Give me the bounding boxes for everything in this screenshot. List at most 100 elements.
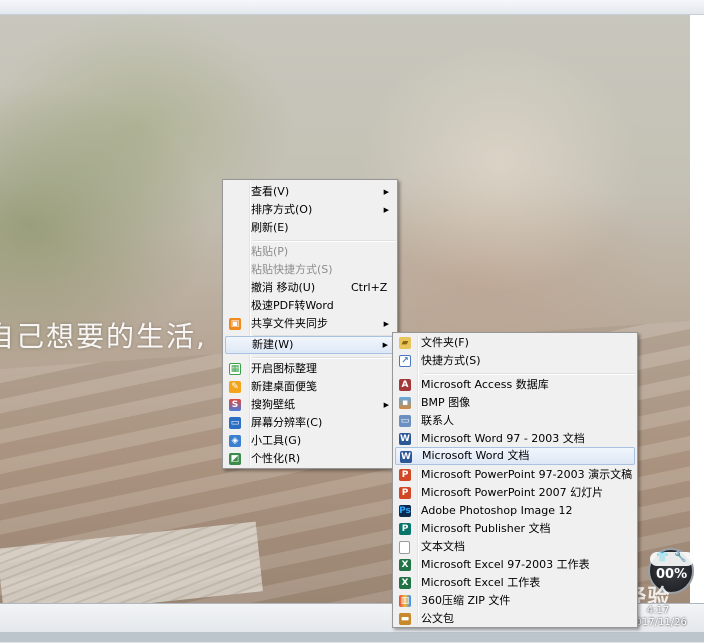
new-word-document[interactable]: W Microsoft Word 文档 (395, 447, 635, 465)
shortcut-icon: ↗ (399, 355, 411, 367)
menu-item-label: 粘贴快捷方式(S) (251, 263, 333, 276)
menu-item-label: Microsoft Excel 97-2003 工作表 (421, 558, 590, 571)
new-360-zip[interactable]: ▥ 360压缩 ZIP 文件 (395, 592, 635, 610)
new-folder[interactable]: ▰ 文件夹(F) (395, 334, 635, 352)
new-shortcut[interactable]: ↗ 快捷方式(S) (395, 352, 635, 370)
menu-item-screen-resolution[interactable]: ▭ 屏幕分辨率(C) (225, 414, 395, 432)
menu-item-paste-shortcut[interactable]: 粘贴快捷方式(S) (225, 261, 395, 279)
publisher-icon: P (399, 523, 411, 535)
new-powerpoint-2007[interactable]: P Microsoft PowerPoint 2007 幻灯片 (395, 484, 635, 502)
zip-icon: ▥ (399, 595, 411, 607)
menu-item-gadgets[interactable]: ◈ 小工具(G) (225, 432, 395, 450)
photoshop-icon: Ps (399, 505, 411, 517)
menu-item-label: Microsoft Publisher 文档 (421, 522, 551, 535)
desktop-context-menu: 查看(V) ▶ 排序方式(O) ▶ 刷新(E) 粘贴(P) 粘贴快捷方式(S) … (222, 179, 398, 469)
menu-item-label: Microsoft PowerPoint 2007 幻灯片 (421, 486, 604, 499)
menu-item-label: 文件夹(F) (421, 336, 469, 349)
menu-item-label: 屏幕分辨率(C) (251, 416, 323, 429)
contact-icon: ▭ (399, 415, 411, 427)
menu-item-desktop-note[interactable]: ✎ 新建桌面便笺 (225, 378, 395, 396)
menu-item-sogou-wallpaper[interactable]: S 搜狗壁纸 ▶ (225, 396, 395, 414)
menu-item-paste[interactable]: 粘贴(P) (225, 243, 395, 261)
submenu-arrow-icon: ▶ (383, 206, 389, 214)
menu-item-label: BMP 图像 (421, 396, 471, 409)
new-text-document[interactable]: 文本文档 (395, 538, 635, 556)
menu-item-personalize[interactable]: ◩ 个性化(R) (225, 450, 395, 468)
menu-item-label: Microsoft Excel 工作表 (421, 576, 541, 589)
menu-item-label: 小工具(G) (251, 434, 302, 447)
menu-item-label: 新建(W) (252, 338, 294, 351)
new-access-database[interactable]: A Microsoft Access 数据库 (395, 376, 635, 394)
bmp-icon: ▪ (399, 397, 411, 409)
menu-separator (423, 373, 635, 375)
sogou-icon: S (229, 399, 241, 411)
new-bmp-image[interactable]: ▪ BMP 图像 (395, 394, 635, 412)
word-icon: W (400, 451, 412, 463)
menu-item-share-sync[interactable]: ▣ 共享文件夹同步 ▶ (225, 315, 395, 333)
top-window-edge (0, 0, 704, 15)
menu-item-sort[interactable]: 排序方式(O) ▶ (225, 201, 395, 219)
menu-item-undo-move[interactable]: 撤消 移动(U) Ctrl+Z (225, 279, 395, 297)
excel-icon: X (399, 577, 411, 589)
menu-item-icon-organize[interactable]: ▦ 开启图标整理 (225, 360, 395, 378)
menu-item-label: 共享文件夹同步 (251, 317, 328, 330)
menu-item-label: 个性化(R) (251, 452, 301, 465)
note-icon: ✎ (229, 381, 241, 393)
menu-item-label: Microsoft Word 文档 (422, 449, 530, 462)
powerpoint-icon: P (399, 487, 411, 499)
menu-item-label: 联系人 (421, 414, 454, 427)
new-submenu: ▰ 文件夹(F) ↗ 快捷方式(S) A Microsoft Access 数据… (392, 332, 638, 628)
menu-item-view[interactable]: 查看(V) ▶ (225, 183, 395, 201)
new-excel-97-2003[interactable]: X Microsoft Excel 97-2003 工作表 (395, 556, 635, 574)
menu-item-label: 极速PDF转Word (251, 299, 334, 312)
personalize-icon: ◩ (229, 453, 241, 465)
folder-icon: ▰ (399, 337, 411, 349)
menu-item-label: 新建桌面便笺 (251, 380, 317, 393)
wallpaper-slogan: 自己想要的生活, (0, 320, 207, 353)
shirt-icon[interactable]: 👕 (656, 552, 668, 563)
new-powerpoint-97-2003[interactable]: P Microsoft PowerPoint 97-2003 演示文稿 (395, 466, 635, 484)
menu-item-label: Microsoft Word 97 - 2003 文档 (421, 432, 585, 445)
menu-item-refresh[interactable]: 刷新(E) (225, 219, 395, 237)
submenu-arrow-icon: ▶ (383, 401, 389, 409)
new-excel-worksheet[interactable]: X Microsoft Excel 工作表 (395, 574, 635, 592)
submenu-arrow-icon: ▶ (383, 320, 389, 328)
new-briefcase[interactable]: ▬ 公文包 (395, 610, 635, 628)
menu-item-label: 撤消 移动(U) (251, 281, 316, 294)
new-word-97-2003[interactable]: W Microsoft Word 97 - 2003 文档 (395, 430, 635, 448)
powerpoint-icon: P (399, 469, 411, 481)
submenu-arrow-icon: ▶ (382, 341, 388, 349)
gadget-toolbar: 👕 🔧 (650, 552, 694, 566)
wrench-icon[interactable]: 🔧 (674, 552, 686, 563)
new-photoshop-image[interactable]: Ps Adobe Photoshop Image 12 (395, 502, 635, 520)
new-contact[interactable]: ▭ 联系人 (395, 412, 635, 430)
menu-separator (253, 357, 395, 359)
menu-item-label: 排序方式(O) (251, 203, 313, 216)
menu-item-pdf-to-word[interactable]: 极速PDF转Word (225, 297, 395, 315)
menu-item-label: 文本文档 (421, 540, 465, 553)
menu-item-label: 快捷方式(S) (421, 354, 481, 367)
briefcase-icon: ▬ (399, 613, 411, 625)
sync-icon: ▣ (229, 318, 241, 330)
right-window-edge (690, 15, 704, 603)
menu-item-label: 360压缩 ZIP 文件 (421, 594, 511, 607)
menu-item-shortcut: Ctrl+Z (351, 281, 388, 294)
menu-item-label: Microsoft PowerPoint 97-2003 演示文稿 (421, 468, 633, 481)
submenu-arrow-icon: ▶ (383, 188, 389, 196)
menu-item-label: 公文包 (421, 612, 454, 625)
menu-item-label: 查看(V) (251, 185, 290, 198)
gadget-icon: ◈ (229, 435, 241, 447)
menu-item-label: 刷新(E) (251, 221, 289, 234)
grid-icon: ▦ (229, 363, 241, 375)
menu-item-new[interactable]: 新建(W) ▶ (225, 336, 395, 354)
menu-item-label: Microsoft Access 数据库 (421, 378, 549, 391)
access-icon: A (399, 379, 411, 391)
taskbar-strip (0, 632, 704, 642)
new-publisher-document[interactable]: P Microsoft Publisher 文档 (395, 520, 635, 538)
excel-icon: X (399, 559, 411, 571)
text-file-icon (399, 541, 410, 554)
menu-item-label: 搜狗壁纸 (251, 398, 295, 411)
menu-item-label: 粘贴(P) (251, 245, 289, 258)
menu-item-label: Adobe Photoshop Image 12 (421, 504, 573, 517)
monitor-icon: ▭ (229, 417, 241, 429)
